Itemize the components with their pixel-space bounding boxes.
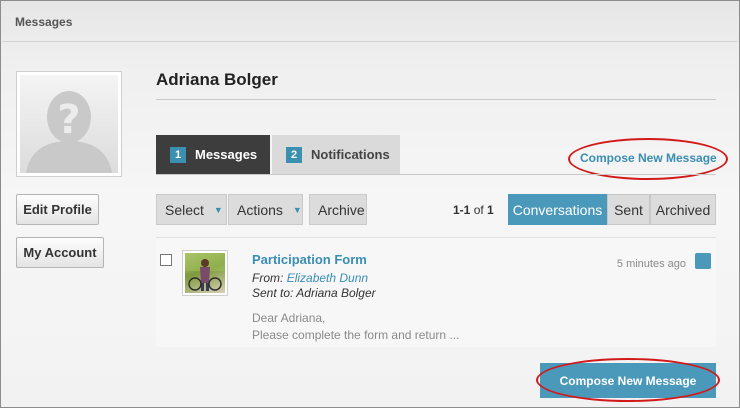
- tabs-underline: [156, 174, 716, 175]
- pagination-info: 1-1 of 1: [453, 203, 494, 217]
- view-sent-button[interactable]: Sent: [607, 194, 650, 225]
- caret-down-icon: ▼: [213, 204, 223, 215]
- pager-total: 1: [487, 203, 494, 217]
- user-name-heading: Adriana Bolger: [156, 70, 278, 89]
- tab-messages-count: 1: [170, 146, 186, 163]
- recipient-name: Adriana Bolger: [296, 286, 376, 300]
- message-preview-line2: Please complete the form and return ...: [252, 328, 460, 342]
- pager-range: 1-1: [453, 203, 471, 217]
- message-checkbox[interactable]: [160, 254, 172, 266]
- caret-down-icon: ▼: [292, 204, 302, 215]
- tab-messages-label: Messages: [195, 147, 258, 162]
- svg-text:?: ?: [57, 97, 80, 143]
- sender-link[interactable]: Elizabeth Dunn: [287, 271, 368, 285]
- sent-to-label: Sent to:: [252, 286, 294, 300]
- default-avatar-icon: ?: [20, 75, 118, 173]
- actions-label: Actions: [237, 201, 283, 218]
- sender-photo: [185, 253, 225, 293]
- message-preview-line1: Dear Adriana,: [252, 311, 326, 325]
- tab-messages[interactable]: 1 Messages: [156, 135, 270, 174]
- messages-panel: Messages ? Edit Profile My Account Adria…: [0, 0, 740, 408]
- message-row[interactable]: Participation Form From: Elizabeth Dunn …: [156, 237, 716, 347]
- select-dropdown[interactable]: Select ▼: [156, 194, 227, 225]
- view-conversations-button[interactable]: Conversations: [508, 194, 607, 225]
- tab-notifications-count: 2: [286, 146, 302, 163]
- message-sent-to: Sent to: Adriana Bolger: [252, 286, 376, 300]
- unread-indicator-icon[interactable]: [695, 253, 711, 269]
- panel-title: Messages: [15, 15, 73, 29]
- avatar: ?: [16, 71, 122, 177]
- tab-notifications-label: Notifications: [311, 147, 390, 162]
- message-subject-link[interactable]: Participation Form: [252, 252, 367, 267]
- tab-notifications[interactable]: 2 Notifications: [272, 135, 400, 174]
- sender-avatar: [182, 250, 228, 296]
- from-label: From:: [252, 271, 284, 285]
- my-account-button[interactable]: My Account: [16, 237, 104, 268]
- actions-dropdown[interactable]: Actions ▼: [228, 194, 303, 225]
- message-timestamp: 5 minutes ago: [616, 258, 686, 270]
- pager-of: of: [473, 203, 484, 217]
- edit-profile-button[interactable]: Edit Profile: [16, 194, 99, 225]
- select-label: Select: [165, 201, 204, 218]
- view-archived-button[interactable]: Archived: [650, 194, 716, 225]
- name-divider: [156, 99, 716, 100]
- title-divider: [2, 41, 738, 42]
- message-from: From: Elizabeth Dunn: [252, 271, 368, 285]
- archive-button[interactable]: Archive: [309, 194, 367, 225]
- annotation-circle-bottom: [536, 358, 720, 402]
